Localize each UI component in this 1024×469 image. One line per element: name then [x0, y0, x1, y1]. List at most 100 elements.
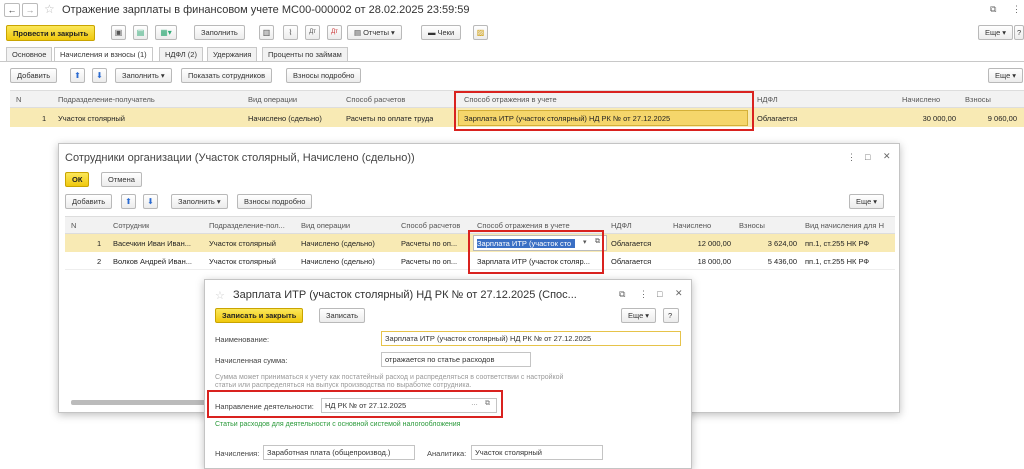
- move-up-icon[interactable]: ⬆: [70, 68, 85, 83]
- dialog1-more-button[interactable]: Еще ▾: [849, 194, 885, 209]
- d2-more-button[interactable]: Еще ▾: [621, 308, 657, 323]
- fill-table-button[interactable]: Заполнить ▾: [115, 68, 172, 83]
- row-dept[interactable]: Участок столярный: [58, 114, 125, 123]
- forward-icon[interactable]: →: [22, 3, 38, 17]
- d1-row1-accrued[interactable]: 12 000,00: [673, 239, 731, 248]
- d1-row2-kind[interactable]: пп.1, ст.255 НК РФ: [805, 257, 893, 266]
- sum-select[interactable]: отражается по статье расходов: [381, 352, 531, 367]
- dt-kt-report-icon[interactable]: Дт: [327, 25, 342, 40]
- save-button[interactable]: Записать: [319, 308, 366, 323]
- d1-row2-emp[interactable]: Волков Андрей Иван...: [113, 257, 205, 266]
- d2-link-icon[interactable]: ⧉: [619, 289, 625, 300]
- accruals-input[interactable]: Заработная плата (общепроизвод.): [263, 445, 415, 460]
- d1-col-n[interactable]: N: [71, 221, 76, 230]
- d1-col-reflect[interactable]: Способ отражения в учете: [477, 221, 570, 230]
- menu-icon[interactable]: ⋮: [1012, 4, 1021, 15]
- create-based-icon[interactable]: ▦▾: [155, 25, 177, 40]
- tab-accruals[interactable]: Начисления и взносы (1): [54, 47, 153, 62]
- tab-loan-interest[interactable]: Проценты по займам: [262, 47, 348, 61]
- col-dept[interactable]: Подразделение-получатель: [58, 95, 155, 104]
- post-icon[interactable]: ▤: [133, 25, 148, 40]
- d2-help-button[interactable]: ?: [663, 308, 679, 323]
- name-input[interactable]: Зарплата ИТР (участок столярный) НД РК №…: [381, 331, 681, 346]
- tab-deductions[interactable]: Удержания: [207, 47, 258, 61]
- row-accrued[interactable]: 30 000,00: [902, 114, 956, 123]
- col-n[interactable]: N: [16, 95, 21, 104]
- d1-row2-accrued[interactable]: 18 000,00: [673, 257, 731, 266]
- save-icon[interactable]: ▣: [111, 25, 126, 40]
- d1-row1-kind[interactable]: пп.1, ст.255 НК РФ: [805, 239, 893, 248]
- d2-star-icon[interactable]: ☆: [215, 289, 225, 302]
- d1-col-kind[interactable]: Вид начисления для Н: [805, 221, 893, 230]
- d1-row1-contrib[interactable]: 3 624,00: [739, 239, 797, 248]
- contrib-detail-button[interactable]: Взносы подробно: [286, 68, 362, 83]
- d1-row2-op[interactable]: Начислено (сдельно): [301, 257, 397, 266]
- d1-col-ndfl[interactable]: НДФЛ: [611, 221, 632, 230]
- d1-col-contrib[interactable]: Взносы: [739, 221, 765, 230]
- d2-menu-icon[interactable]: ⋮: [639, 289, 648, 300]
- col-op[interactable]: Вид операции: [248, 95, 297, 104]
- cancel-button[interactable]: Отмена: [101, 172, 142, 187]
- col-ndfl[interactable]: НДФЛ: [757, 95, 778, 104]
- dialog1-maximize-icon[interactable]: □: [865, 152, 870, 162]
- d2-maximize-icon[interactable]: □: [657, 289, 662, 299]
- d1-row2-calc[interactable]: Расчеты по оп...: [401, 257, 473, 266]
- post-close-button[interactable]: Провести и закрыть: [6, 25, 96, 41]
- row-ndfl[interactable]: Облагается: [757, 114, 797, 123]
- d1-row2-dept[interactable]: Участок столярный: [209, 257, 297, 266]
- col-calc[interactable]: Способ расчетов: [346, 95, 405, 104]
- analytic-label: Аналитика:: [427, 449, 467, 458]
- table-more-button[interactable]: Еще ▾: [988, 68, 1024, 83]
- attach-icon[interactable]: ⌇: [283, 25, 298, 40]
- link-icon[interactable]: ⧉: [990, 4, 996, 15]
- d1-h-scrollbar[interactable]: [71, 400, 211, 405]
- move-down-icon[interactable]: ⬇: [92, 68, 107, 83]
- dialog1-up-icon[interactable]: ⬆: [121, 194, 136, 209]
- dialog1-contrib-button[interactable]: Взносы подробно: [237, 194, 313, 209]
- dialog1-add-button[interactable]: Добавить: [65, 194, 113, 209]
- tab-ndfl[interactable]: НДФЛ (2): [159, 47, 203, 61]
- tab-divider: [0, 61, 1024, 62]
- d1-row1-n: 1: [97, 239, 102, 248]
- analytic-input[interactable]: Участок столярный: [471, 445, 603, 460]
- star-icon[interactable]: ☆: [44, 2, 55, 16]
- d1-row2-n: 2: [97, 257, 102, 266]
- checks-button[interactable]: ▬ Чеки: [421, 25, 462, 40]
- ok-button[interactable]: ОК: [65, 172, 90, 187]
- row-calc[interactable]: Расчеты по оплате труда: [346, 114, 433, 123]
- dt-kt-icon[interactable]: Дт: [305, 25, 320, 40]
- reports-button[interactable]: ▤ Отчеты ▾: [347, 25, 402, 40]
- dialog1-fill-button[interactable]: Заполнить ▾: [171, 194, 228, 209]
- d1-col-dept[interactable]: Подразделение-пол...: [209, 221, 285, 230]
- add-button[interactable]: Добавить: [10, 68, 58, 83]
- dialog1-close-icon[interactable]: ✕: [883, 151, 891, 162]
- d1-row2-ndfl[interactable]: Облагается: [611, 257, 651, 266]
- d1-col-emp[interactable]: Сотрудник: [113, 221, 149, 230]
- save-close-button[interactable]: Записать и закрыть: [215, 308, 304, 323]
- document-icon[interactable]: ▥: [259, 25, 274, 40]
- d1-row1-op[interactable]: Начислено (сдельно): [301, 239, 397, 248]
- dialog1-down-icon[interactable]: ⬇: [143, 194, 158, 209]
- col-accrued[interactable]: Начислено: [902, 95, 940, 104]
- d1-col-calc[interactable]: Способ расчетов: [401, 221, 460, 230]
- dialog1-menu-icon[interactable]: ⋮: [847, 152, 856, 163]
- col-contrib[interactable]: Взносы: [965, 95, 991, 104]
- row-op[interactable]: Начислено (сдельно): [248, 114, 322, 123]
- fill-button[interactable]: Заполнить: [194, 25, 245, 40]
- d1-row1-dept[interactable]: Участок столярный: [209, 239, 297, 248]
- d2-close-icon[interactable]: ✕: [675, 288, 683, 299]
- row-contrib[interactable]: 9 060,00: [965, 114, 1017, 123]
- d1-row1-calc[interactable]: Расчеты по оп...: [401, 239, 473, 248]
- structure-icon[interactable]: ▨: [473, 25, 488, 40]
- show-employees-button[interactable]: Показать сотрудников: [181, 68, 273, 83]
- d1-row2-contrib[interactable]: 5 436,00: [739, 257, 797, 266]
- tab-main[interactable]: Основное: [6, 47, 53, 61]
- d1-row1-emp[interactable]: Васечкин Иван Иван...: [113, 239, 205, 248]
- reports-icon: ▤: [354, 28, 362, 37]
- help-button[interactable]: ?: [1014, 25, 1024, 40]
- d1-col-op[interactable]: Вид операции: [301, 221, 350, 230]
- d1-row1-ndfl[interactable]: Облагается: [611, 239, 651, 248]
- back-icon[interactable]: ←: [4, 3, 20, 17]
- more-button[interactable]: Еще ▾: [978, 25, 1014, 40]
- d1-col-accrued[interactable]: Начислено: [673, 221, 711, 230]
